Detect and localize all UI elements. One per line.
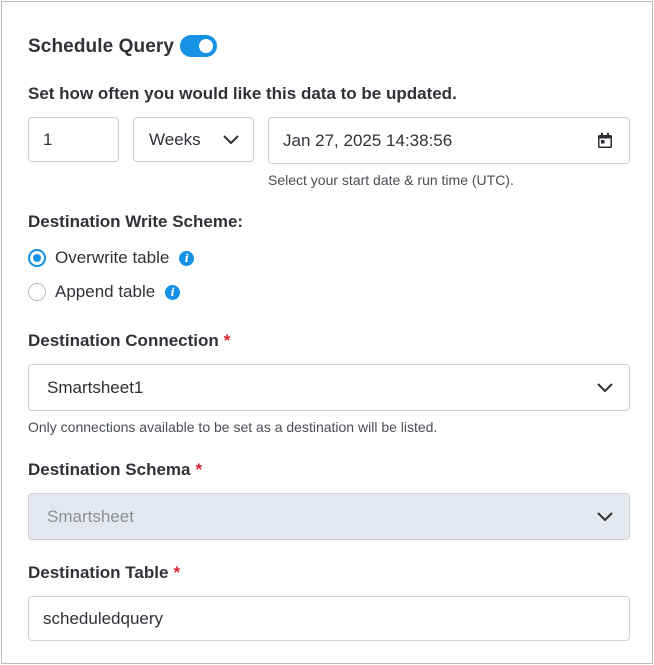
required-mark: *: [223, 331, 231, 350]
schedule-toggle[interactable]: [180, 35, 217, 57]
info-icon[interactable]: i: [179, 250, 195, 266]
radio-label-overwrite: Overwrite table: [55, 248, 170, 267]
schedule-prompt: Set how often you would like this data t…: [28, 84, 457, 103]
interval-value-input[interactable]: 1: [28, 117, 119, 162]
radio-label-append: Append table: [55, 282, 156, 301]
chevron-down-icon: [597, 383, 613, 393]
destination-connection-label: Destination Connection *: [28, 331, 230, 351]
radio-button-checked[interactable]: [28, 249, 46, 267]
destination-schema-label-text: Destination Schema: [28, 460, 191, 479]
destination-connection-select[interactable]: Smartsheet1: [28, 364, 630, 411]
interval-value: 1: [43, 129, 53, 149]
chevron-down-icon: [597, 512, 613, 522]
calendar-icon[interactable]: [597, 132, 613, 149]
required-mark: *: [195, 460, 203, 479]
radio-append-table[interactable]: Append table i: [28, 282, 181, 302]
radio-button-unchecked[interactable]: [28, 283, 46, 301]
page-title: Schedule Query: [28, 36, 175, 57]
destination-connection-hint: Only connections available to be set as …: [28, 419, 438, 435]
interval-unit-value: Weeks: [149, 129, 201, 149]
start-datetime-input[interactable]: Jan 27, 2025 14:38:56: [268, 117, 630, 164]
destination-schema-label: Destination Schema *: [28, 460, 202, 480]
interval-unit-select[interactable]: Weeks: [133, 117, 254, 162]
start-datetime-value: Jan 27, 2025 14:38:56: [283, 130, 453, 150]
destination-connection-value: Smartsheet1: [47, 377, 144, 397]
radio-overwrite-table[interactable]: Overwrite table i: [28, 248, 195, 268]
destination-table-label: Destination Table *: [28, 563, 180, 583]
destination-table-value: scheduledquery: [43, 608, 164, 628]
toggle-knob: [199, 39, 213, 53]
write-scheme-label: Destination Write Scheme:: [28, 212, 244, 231]
destination-table-input[interactable]: scheduledquery: [28, 596, 630, 641]
start-date-hint: Select your start date & run time (UTC).: [268, 172, 514, 188]
destination-table-label-text: Destination Table: [28, 563, 169, 582]
chevron-down-icon: [223, 135, 239, 145]
destination-schema-value: Smartsheet: [47, 506, 134, 526]
schedule-query-panel: Schedule Query Set how often you would l…: [1, 1, 653, 664]
destination-connection-label-text: Destination Connection: [28, 331, 219, 350]
destination-schema-select: Smartsheet: [28, 493, 630, 540]
required-mark: *: [173, 563, 181, 582]
info-icon[interactable]: i: [165, 284, 181, 300]
